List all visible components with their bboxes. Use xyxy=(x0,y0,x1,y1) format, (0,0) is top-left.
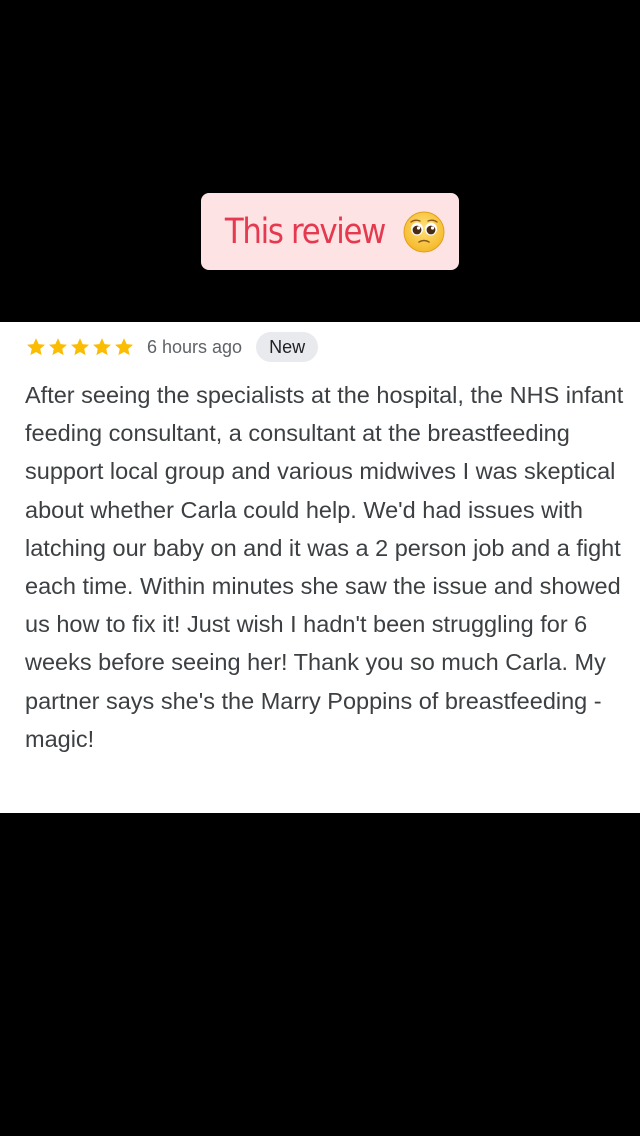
caption-box: This review xyxy=(201,193,459,270)
new-badge: New xyxy=(256,332,319,362)
star-icon xyxy=(71,338,89,356)
star-icon xyxy=(49,338,67,356)
star-icon xyxy=(93,338,111,356)
review-meta-row: 6 hours ago New xyxy=(25,331,319,363)
star-icon xyxy=(115,338,133,356)
star-rating xyxy=(25,336,135,358)
review-time: 6 hours ago xyxy=(147,336,243,357)
caption-text: This review xyxy=(224,211,386,252)
review-text: After seeing the specialists at the hosp… xyxy=(25,382,624,752)
star-icon xyxy=(27,338,45,356)
pleading-face-icon xyxy=(403,211,445,252)
